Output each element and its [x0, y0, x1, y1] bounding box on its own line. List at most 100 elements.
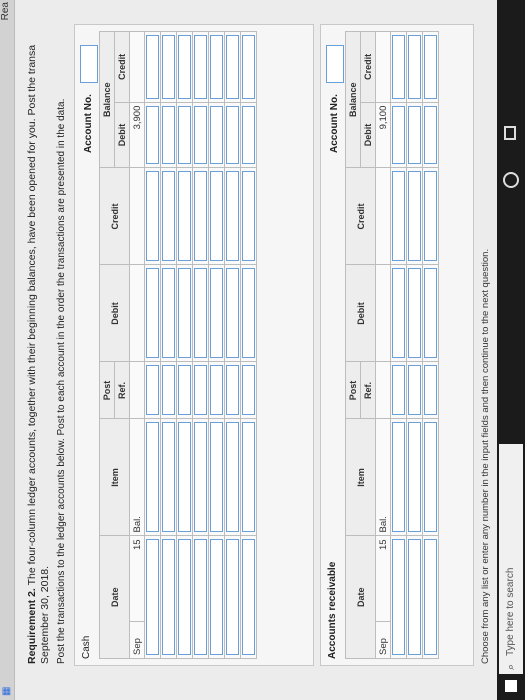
balance-debit-input[interactable]: [242, 105, 255, 165]
balance-credit-input[interactable]: [242, 35, 255, 99]
debit-input[interactable]: [194, 268, 207, 359]
ref-input[interactable]: [210, 365, 223, 416]
item-input[interactable]: [242, 422, 255, 533]
table-row: Sep 15 Bal. 3,900: [129, 31, 145, 659]
col-credit: Credit: [99, 167, 130, 265]
date-input[interactable]: [146, 539, 159, 655]
ref-input[interactable]: [178, 365, 191, 416]
top-bar: ▦ Rea: [0, 0, 15, 700]
balance-credit-input[interactable]: [146, 35, 159, 99]
instruction-text: Post the transactions to the ledger acco…: [56, 98, 67, 664]
credit-input[interactable]: [210, 171, 223, 262]
ar-account-no-input[interactable]: [326, 45, 344, 83]
date-input[interactable]: [424, 539, 437, 655]
requirement-text: Requirement 2. The four-column ledger ac…: [26, 14, 52, 664]
ref-input[interactable]: [408, 365, 421, 416]
date-input[interactable]: [392, 539, 405, 655]
cash-account-no-input[interactable]: [80, 45, 98, 83]
balance-debit-input[interactable]: [162, 105, 175, 165]
credit-input[interactable]: [226, 171, 239, 262]
accounts-receivable-title: Accounts receivable: [327, 561, 338, 659]
table-row: [224, 31, 241, 659]
col-debit: Debit: [99, 264, 130, 362]
balance-credit-input[interactable]: [178, 35, 191, 99]
table-row: [390, 31, 407, 659]
windows-start-icon[interactable]: [505, 680, 517, 692]
balance-credit-input[interactable]: [210, 35, 223, 99]
balance-debit-input[interactable]: [226, 105, 239, 165]
item-input[interactable]: [162, 422, 175, 533]
ref-input[interactable]: [194, 365, 207, 416]
credit-input[interactable]: [162, 171, 175, 262]
item-input[interactable]: [392, 422, 405, 533]
balance-debit-input[interactable]: [408, 105, 421, 165]
item-input[interactable]: [210, 422, 223, 533]
credit-input[interactable]: [392, 171, 405, 262]
taskbar-search[interactable]: ⌕ Type here to search: [499, 444, 523, 674]
balance-credit-input[interactable]: [392, 35, 405, 99]
debit-input[interactable]: [178, 268, 191, 359]
balance-debit-input[interactable]: [178, 105, 191, 165]
balance-credit-input[interactable]: [408, 35, 421, 99]
balance-debit-input[interactable]: [194, 105, 207, 165]
date-input[interactable]: [242, 539, 255, 655]
date-input[interactable]: [178, 539, 191, 655]
ref-input[interactable]: [242, 365, 255, 416]
col-bal-debit: Debit: [114, 102, 130, 168]
balance-credit-input[interactable]: [194, 35, 207, 99]
col-debit: Debit: [345, 264, 376, 362]
debit-input[interactable]: [210, 268, 223, 359]
credit-input[interactable]: [194, 171, 207, 262]
row-balance-credit: [129, 31, 145, 103]
debit-input[interactable]: [392, 268, 405, 359]
item-input[interactable]: [194, 422, 207, 533]
table-row: [208, 31, 225, 659]
balance-credit-input[interactable]: [162, 35, 175, 99]
date-input[interactable]: [226, 539, 239, 655]
table-row: [160, 31, 177, 659]
ref-input[interactable]: [162, 365, 175, 416]
balance-debit-input[interactable]: [392, 105, 405, 165]
col-credit: Credit: [345, 167, 376, 265]
debit-input[interactable]: [146, 268, 159, 359]
item-input[interactable]: [146, 422, 159, 533]
footer-note: Choose from any list or enter any number…: [480, 248, 491, 664]
credit-input[interactable]: [424, 171, 437, 262]
table-row: [192, 31, 209, 659]
ref-input[interactable]: [226, 365, 239, 416]
credit-input[interactable]: [242, 171, 255, 262]
balance-debit-input[interactable]: [146, 105, 159, 165]
search-icon: ⌕: [505, 663, 517, 670]
col-date: Date: [345, 535, 376, 659]
debit-input[interactable]: [242, 268, 255, 359]
debit-input[interactable]: [226, 268, 239, 359]
date-input[interactable]: [162, 539, 175, 655]
balance-debit-input[interactable]: [210, 105, 223, 165]
grid-icon: ▦: [1, 686, 12, 696]
requirement-body: The four-column ledger accounts, togethe…: [26, 44, 38, 589]
date-input[interactable]: [194, 539, 207, 655]
item-input[interactable]: [178, 422, 191, 533]
cortana-icon[interactable]: [503, 172, 519, 188]
balance-credit-input[interactable]: [424, 35, 437, 99]
debit-input[interactable]: [424, 268, 437, 359]
date-input[interactable]: [408, 539, 421, 655]
row-day: 15: [375, 535, 391, 622]
credit-input[interactable]: [178, 171, 191, 262]
item-input[interactable]: [424, 422, 437, 533]
credit-input[interactable]: [408, 171, 421, 262]
credit-input[interactable]: [146, 171, 159, 262]
debit-input[interactable]: [408, 268, 421, 359]
ref-input[interactable]: [392, 365, 405, 416]
balance-credit-input[interactable]: [226, 35, 239, 99]
item-input[interactable]: [226, 422, 239, 533]
ref-input[interactable]: [146, 365, 159, 416]
date-input[interactable]: [210, 539, 223, 655]
task-view-icon[interactable]: [504, 126, 516, 140]
accounts-receivable-ledger: Accounts receivable Account No. Date Ite…: [320, 24, 474, 666]
balance-debit-input[interactable]: [424, 105, 437, 165]
debit-input[interactable]: [162, 268, 175, 359]
row-debit: [375, 264, 391, 362]
item-input[interactable]: [408, 422, 421, 533]
ref-input[interactable]: [424, 365, 437, 416]
